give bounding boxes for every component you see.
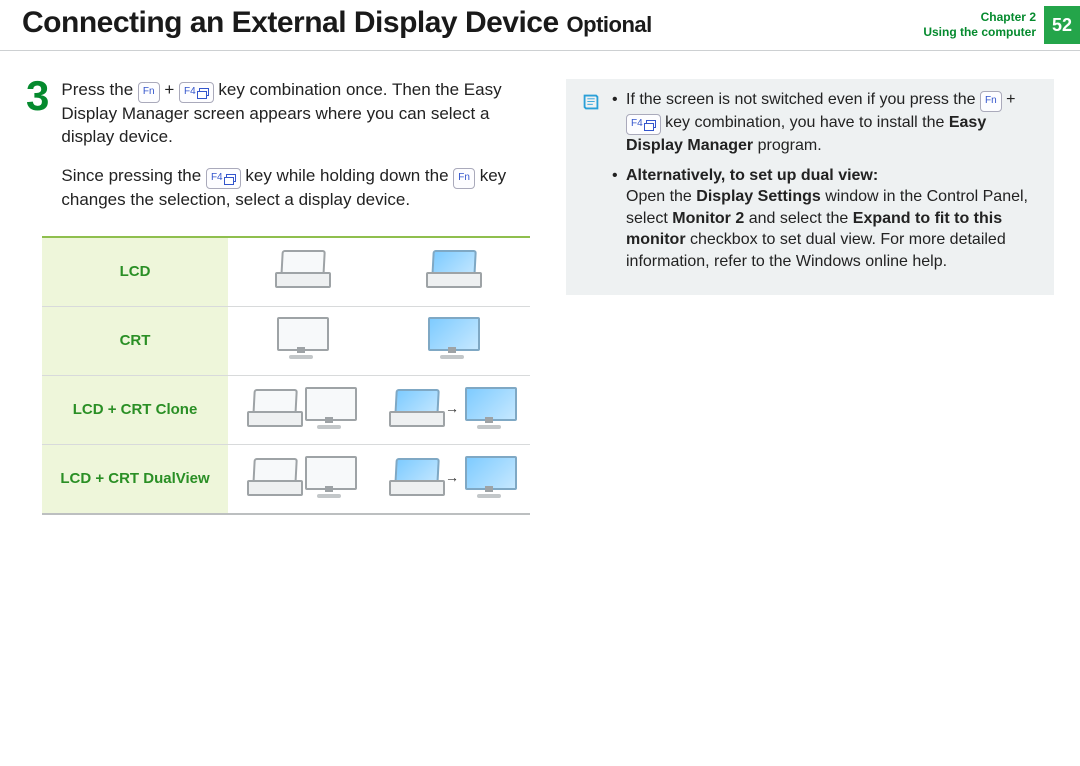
right-column: If the screen is not switched even if yo…	[566, 79, 1054, 515]
title-main: Connecting an External Display Device	[22, 6, 559, 39]
f4-key-icon: F4	[179, 82, 214, 103]
note-box: If the screen is not switched even if yo…	[566, 79, 1054, 295]
note-item-1: If the screen is not switched even if yo…	[612, 89, 1040, 157]
laptop-on-icon	[389, 458, 441, 496]
f4-key-icon: F4	[626, 114, 661, 135]
laptop-icon	[275, 250, 327, 288]
step-number: 3	[26, 77, 49, 212]
note-icon	[580, 91, 602, 113]
arrow-icon: →	[445, 469, 459, 485]
title-suffix: Optional	[567, 12, 652, 37]
mode-on-illustration	[374, 306, 530, 375]
laptop-icon	[247, 458, 299, 496]
note-body: If the screen is not switched even if yo…	[612, 89, 1040, 281]
laptop-on-icon	[426, 250, 478, 288]
mode-off-illustration	[228, 306, 374, 375]
mode-label: CRT	[42, 306, 228, 375]
display-switch-icon	[226, 174, 236, 182]
monitor-icon	[303, 456, 355, 498]
fn-key-icon: Fn	[980, 91, 1002, 112]
mode-label: LCD	[42, 237, 228, 307]
left-column: 3 Press the Fn + F4 key combination once…	[26, 79, 536, 515]
arrow-icon: →	[445, 400, 459, 416]
table-row: CRT	[42, 306, 530, 375]
mode-off-illustration	[228, 237, 374, 307]
monitor-on-icon	[463, 387, 515, 429]
note-item-2-heading: Alternatively, to set up dual view:	[626, 167, 878, 184]
chapter-text: Chapter 2 Using the computer	[923, 6, 1044, 44]
monitor-icon	[303, 387, 355, 429]
mode-on-illustration: →	[374, 444, 530, 514]
monitor-on-icon	[463, 456, 515, 498]
table-row: LCD	[42, 237, 530, 307]
f4-key-icon: F4	[206, 168, 241, 189]
fn-key-icon: Fn	[138, 82, 160, 103]
fn-key-icon: Fn	[453, 168, 475, 189]
note-item-2: Alternatively, to set up dual view: Open…	[612, 165, 1040, 273]
chapter-line2: Using the computer	[923, 25, 1036, 40]
mode-off-illustration	[228, 444, 374, 514]
table-row: LCD + CRT DualView →	[42, 444, 530, 514]
mode-on-illustration	[374, 237, 530, 307]
display-switch-icon	[199, 88, 209, 96]
monitor-icon	[275, 317, 327, 359]
mode-off-illustration	[228, 375, 374, 444]
mode-label: LCD + CRT Clone	[42, 375, 228, 444]
monitor-on-icon	[426, 317, 478, 359]
chapter-line1: Chapter 2	[923, 10, 1036, 25]
table-row: LCD + CRT Clone →	[42, 375, 530, 444]
laptop-icon	[247, 389, 299, 427]
step-paragraph-2: Since pressing the F4 key while holding …	[61, 165, 536, 212]
step-3: 3 Press the Fn + F4 key combination once…	[26, 79, 536, 212]
step-paragraph-1: Press the Fn + F4 key combination once. …	[61, 79, 536, 149]
page-number: 52	[1044, 6, 1080, 44]
mode-label: LCD + CRT DualView	[42, 444, 228, 514]
page-title: Connecting an External Display Device Op…	[22, 6, 652, 40]
page-header: Connecting an External Display Device Op…	[0, 0, 1080, 44]
display-modes-table: LCD CRT LCD + CRT Clone	[42, 236, 530, 515]
chapter-block: Chapter 2 Using the computer 52	[923, 6, 1080, 44]
mode-on-illustration: →	[374, 375, 530, 444]
display-switch-icon	[646, 120, 656, 128]
laptop-on-icon	[389, 389, 441, 427]
step-text-block: Press the Fn + F4 key combination once. …	[61, 79, 536, 212]
